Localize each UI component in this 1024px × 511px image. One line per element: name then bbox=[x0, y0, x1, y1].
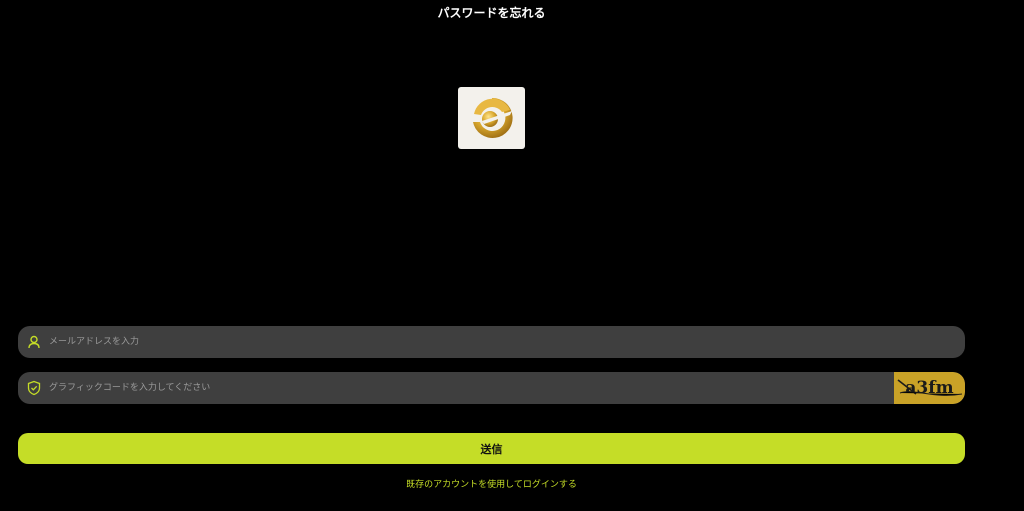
shield-check-icon bbox=[27, 380, 41, 396]
forgot-password-page: パスワードを忘れる メールアドレスを入力 グラフィックコードを入力してください … bbox=[0, 0, 1024, 511]
submit-button[interactable]: 送信 bbox=[18, 433, 965, 464]
login-existing-account-link[interactable]: 既存のアカウントを使用してログインする bbox=[0, 478, 983, 492]
captcha-input[interactable] bbox=[49, 372, 889, 404]
logo-icon bbox=[472, 97, 513, 138]
user-icon bbox=[28, 335, 40, 349]
captcha-noise-lines bbox=[897, 379, 963, 396]
captcha-field: a3fm bbox=[18, 372, 965, 404]
page-title: パスワードを忘れる bbox=[437, 6, 546, 20]
email-field bbox=[18, 326, 965, 358]
email-input[interactable] bbox=[49, 326, 889, 358]
app-logo bbox=[458, 87, 525, 149]
captcha-image[interactable]: a3fm bbox=[894, 372, 965, 404]
